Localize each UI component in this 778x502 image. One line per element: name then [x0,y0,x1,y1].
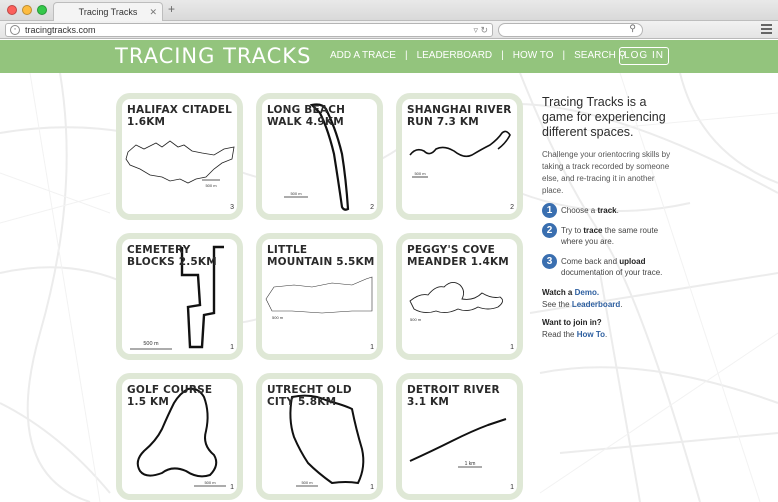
step-text: Come back and [561,257,620,266]
scale-label: 500 m [272,315,284,320]
step-keyword: track [597,206,617,215]
browser-titlebar: Tracing Tracks ✕ + [0,0,778,21]
site-logo[interactable]: TRACING TRACKS [115,44,311,68]
track-title: HALIFAX CITADEL 1.6KM [127,104,233,128]
scale-label: 500 m [205,183,217,188]
step-text: documentation of your trace. [561,268,663,277]
scale-label: 500 m [143,341,159,347]
trace-count: 1 [510,484,514,491]
track-title: CEMETERY BLOCKS 2.5KM [127,244,217,268]
step-text: Try to [561,226,584,235]
address-bar[interactable]: ◦ tracingtracks.com ▿ ↻ [5,23,493,37]
join-text: Want to join in? [542,318,602,327]
track-card-golf-course[interactable]: 500 m GOLF COURSE 1.5 KM 1 [116,373,243,500]
nav-separator: | [562,50,566,61]
nav-search[interactable]: SEARCH [574,50,616,61]
intro-text: Challenge your orientocring skills by ta… [542,150,671,195]
scale-label: 500 m [301,480,313,485]
watch-demo-line: Watch a Demo. [542,287,678,299]
demo-link[interactable]: Demo. [575,288,599,297]
close-window-button[interactable] [7,5,17,15]
trace-count: 3 [230,204,234,211]
how-to-link[interactable]: How To [577,330,605,339]
trace-count: 1 [230,484,234,491]
step-3: 3 Come back and upload documentation of … [542,254,678,278]
zoom-window-button[interactable] [37,5,47,15]
track-title: DETROIT RIVER 3.1 KM [407,384,500,408]
see-text: See the [542,300,572,309]
new-tab-icon[interactable]: + [168,2,175,16]
track-card-little-mountain[interactable]: 500 m LITTLE MOUNTAIN 5.5KM 1 [256,233,383,360]
minimize-window-button[interactable] [22,5,32,15]
step-number-badge: 3 [542,254,557,269]
scale-label: 500 m [290,191,302,196]
nav-separator: | [404,50,408,61]
browser-search-input[interactable]: ⚲ [498,23,643,37]
trace-count: 1 [370,344,374,351]
step-2: 2 Try to trace the same route where you … [542,223,678,247]
watch-text: Watch a [542,288,575,297]
trace-count: 2 [510,204,514,211]
main-nav: ADD A TRACE | LEADERBOARD | HOW TO | SEARCH ⚲ [330,50,626,61]
hamburger-menu-icon[interactable] [761,24,772,34]
leaderboard-line: See the Leaderboard. [542,299,678,311]
step-keyword: trace [583,226,603,235]
track-title: UTRECHT OLD CITY 5.8KM [267,384,352,408]
tab-close-icon[interactable]: ✕ [149,3,157,21]
reload-icon[interactable]: ▿ ↻ [473,24,488,36]
step-text: . [616,206,619,215]
step-number-badge: 1 [542,203,557,218]
intro-sidebar: Tracing Tracks is a game for experiencin… [542,95,678,341]
browser-tab[interactable]: Tracing Tracks ✕ [53,2,163,21]
nav-leaderboard[interactable]: LEADERBOARD [417,50,493,61]
search-icon: ⚲ [629,23,636,33]
url-text: tracingtracks.com [25,25,96,35]
nav-how-to[interactable]: HOW TO [513,50,554,61]
scale-label: 1 km [465,461,476,467]
nav-separator: | [501,50,504,61]
trace-count: 1 [230,344,234,351]
track-title: LITTLE MOUNTAIN 5.5KM [267,244,375,268]
login-button[interactable]: LOG IN [619,47,669,65]
browser-toolbar: ◦ tracingtracks.com ▿ ↻ ⚲ [0,21,778,39]
read-text: Read the [542,330,577,339]
globe-icon: ◦ [10,25,20,35]
how-to-line: Read the How To. [542,329,678,341]
track-card-peggys-cove-meander[interactable]: 500 m PEGGY'S COVE MEANDER 1.4KM 1 [396,233,523,360]
site-header: TRACING TRACKS ADD A TRACE | LEADERBOARD | H… [0,40,778,73]
track-card-long-beach-walk[interactable]: 500 m LONG BEACH WALK 4.9KM 2 [256,93,383,220]
scale-label: 500 m [204,480,216,485]
track-title: GOLF COURSE 1.5 KM [127,384,213,408]
scale-label: 500 m [414,171,426,176]
leaderboard-link[interactable]: Leaderboard [572,300,620,309]
track-card-cemetery-blocks[interactable]: 500 m CEMETERY BLOCKS 2.5KM 1 [116,233,243,360]
trace-count: 1 [370,484,374,491]
period-text: . [620,300,623,309]
trace-count: 2 [370,204,374,211]
track-title: SHANGHAI RIVER RUN 7.3 KM [407,104,512,128]
track-card-detroit-river[interactable]: 1 km DETROIT RIVER 3.1 KM 1 [396,373,523,500]
intro-heading: Tracing Tracks is a game for experiencin… [542,95,666,139]
trace-count: 1 [510,344,514,351]
nav-add-a-trace[interactable]: ADD A TRACE [330,50,396,61]
track-card-shanghai-river-run[interactable]: 500 m SHANGHAI RIVER RUN 7.3 KM 2 [396,93,523,220]
step-keyword: upload [619,257,646,266]
step-1: 1 Choose a track. [542,203,678,218]
tab-title: Tracing Tracks [78,7,138,17]
scale-label: 500 m [410,317,422,322]
step-number-badge: 2 [542,223,557,238]
track-card-utrecht-old-city[interactable]: 500 m UTRECHT OLD CITY 5.8KM 1 [256,373,383,500]
track-card-halifax-citadel[interactable]: 500 m HALIFAX CITADEL 1.6KM 3 [116,93,243,220]
join-question: Want to join in? [542,317,678,329]
track-title: LONG BEACH WALK 4.9KM [267,104,346,128]
period-text: . [605,330,608,339]
step-text: Choose a [561,206,598,215]
track-title: PEGGY'S COVE MEANDER 1.4KM [407,244,509,268]
